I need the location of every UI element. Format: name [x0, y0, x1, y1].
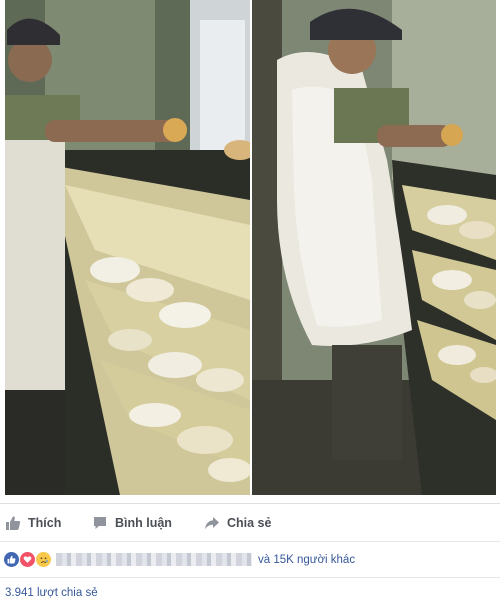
- love-icon: [20, 552, 35, 567]
- action-bar: Thích Bình luận Chia sẻ: [0, 507, 500, 539]
- thumbs-up-icon: [5, 515, 21, 531]
- reactions-summary[interactable]: và 15K người khác: [0, 543, 500, 576]
- photo-left[interactable]: [5, 0, 250, 495]
- blurred-names: [56, 553, 252, 566]
- divider: [0, 541, 500, 542]
- photo-right-image: [252, 0, 496, 495]
- like-button[interactable]: Thích: [5, 507, 61, 539]
- comment-icon: [92, 515, 108, 531]
- share-count-link[interactable]: 3.941 lượt chia sẻ: [5, 587, 98, 599]
- like-icon: [4, 552, 19, 567]
- reaction-icons: [4, 552, 52, 567]
- divider: [0, 503, 500, 504]
- like-label: Thích: [28, 516, 62, 530]
- sad-icon: [36, 552, 51, 567]
- photo-grid: [5, 0, 496, 495]
- reactions-others-link[interactable]: và 15K người khác: [258, 554, 355, 566]
- share-label: Chia sẻ: [227, 516, 272, 530]
- comment-label: Bình luận: [115, 516, 172, 530]
- share-button[interactable]: Chia sẻ: [204, 507, 271, 539]
- photo-right[interactable]: [252, 0, 496, 495]
- divider: [0, 577, 500, 578]
- comment-button[interactable]: Bình luận: [92, 507, 172, 539]
- facebook-post: Thích Bình luận Chia sẻ và 15K người khá…: [0, 0, 500, 607]
- photo-left-image: [5, 0, 250, 495]
- share-arrow-icon: [204, 515, 220, 531]
